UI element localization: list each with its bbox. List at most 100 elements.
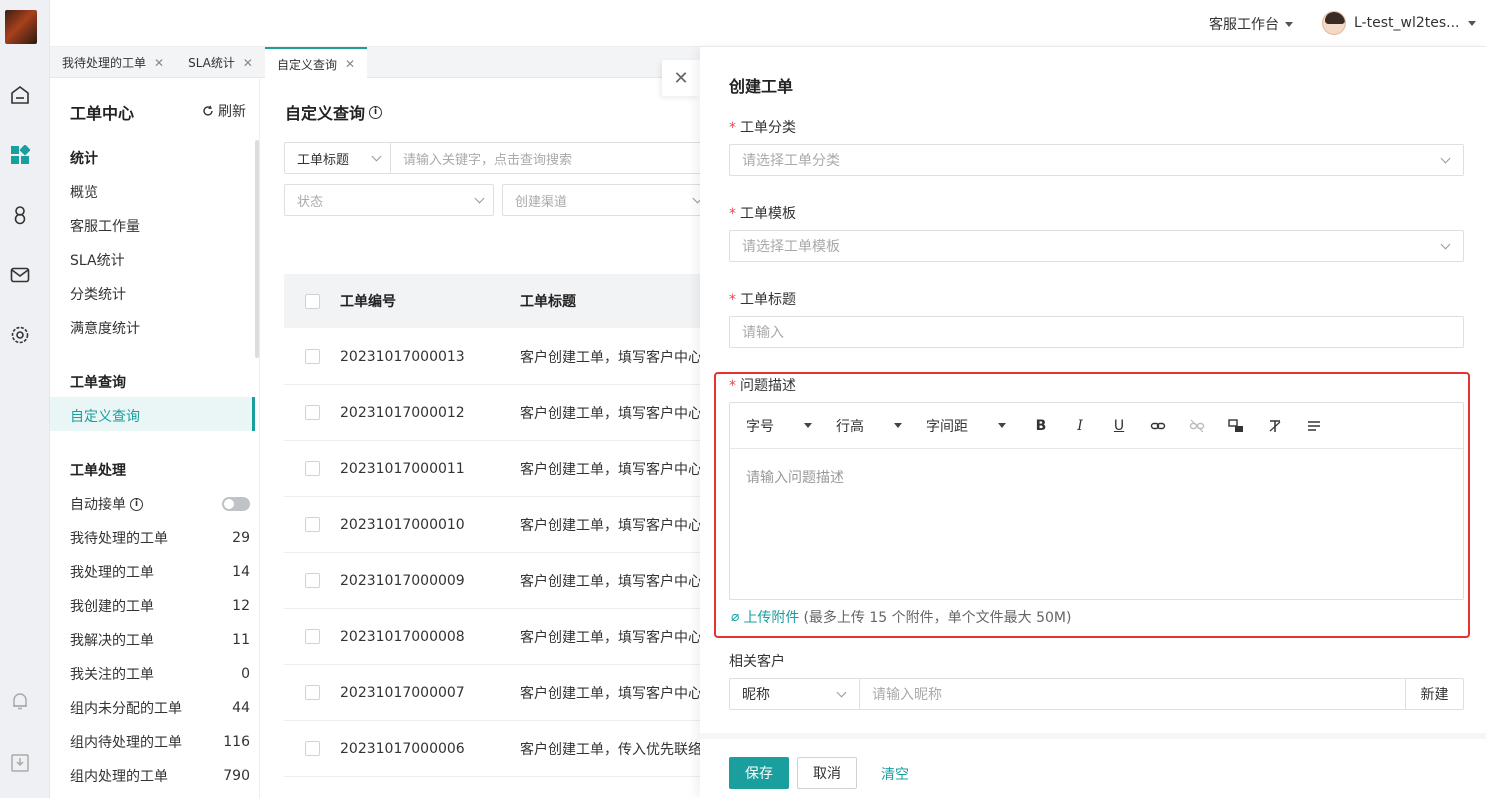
- channel-filter[interactable]: 创建渠道: [502, 184, 700, 216]
- row-checkbox[interactable]: [304, 349, 320, 364]
- clear-format-icon[interactable]: [1264, 415, 1286, 437]
- category-label: * 工单分类: [729, 120, 796, 136]
- table-row[interactable]: 20231017000012 客户创建工单，填写客户中心: [284, 385, 700, 441]
- bell-icon[interactable]: [9, 690, 31, 712]
- underline-icon[interactable]: U: [1108, 415, 1130, 437]
- scrollbar[interactable]: [255, 140, 259, 358]
- section-query: 工单查询: [70, 375, 126, 391]
- chevron-down-icon: [1440, 239, 1451, 249]
- auto-accept-toggle[interactable]: [222, 497, 250, 511]
- chevron-down-icon: [474, 193, 485, 203]
- align-icon[interactable]: [1303, 415, 1325, 437]
- status-filter[interactable]: 状态: [284, 184, 494, 216]
- section-process: 工单处理: [70, 463, 126, 479]
- row-checkbox[interactable]: [304, 741, 320, 756]
- new-customer-button[interactable]: 新建: [1405, 679, 1463, 709]
- caret-down-icon: [1285, 21, 1293, 27]
- sidebar-item-overview[interactable]: 概览: [70, 182, 250, 202]
- close-icon[interactable]: ✕: [345, 57, 355, 71]
- table-row[interactable]: 20231017000008 客户创建工单，填写客户中心: [284, 609, 700, 665]
- app-logo[interactable]: [5, 10, 37, 44]
- sidebar-item-my-followed[interactable]: 我关注的工单 0: [70, 664, 250, 684]
- count: 116: [223, 734, 250, 750]
- sidebar-item-my-pending[interactable]: 我待处理的工单 29: [70, 528, 250, 548]
- sidebar-item-group-unassigned[interactable]: 组内未分配的工单 44: [70, 698, 250, 718]
- search-field-select[interactable]: 工单标题: [285, 143, 391, 173]
- sidebar-item-category-stats[interactable]: 分类统计: [70, 284, 250, 304]
- row-checkbox[interactable]: [304, 573, 320, 588]
- description-label: * 问题描述: [729, 378, 796, 394]
- section-stats: 统计: [70, 151, 98, 167]
- sidebar-item-satisfaction[interactable]: 满意度统计: [70, 318, 250, 338]
- table-row[interactable]: 20231017000009 客户创建工单，填写客户中心: [284, 553, 700, 609]
- username: L-test_wl2tes...: [1354, 15, 1460, 31]
- bold-icon[interactable]: B: [1030, 415, 1052, 437]
- tab-custom-query[interactable]: 自定义查询 ✕: [264, 47, 368, 79]
- tab-sla[interactable]: SLA统计 ✕: [176, 47, 265, 78]
- refresh-label: 刷新: [218, 104, 246, 120]
- select-all-checkbox[interactable]: [304, 293, 320, 309]
- upload-attachment-link[interactable]: 上传附件: [743, 607, 799, 627]
- italic-icon[interactable]: I: [1069, 415, 1091, 437]
- table-row[interactable]: 20231017000011 客户创建工单，填写客户中心: [284, 441, 700, 497]
- template-select[interactable]: 请选择工单模板: [729, 230, 1464, 262]
- customer-type-select[interactable]: 昵称: [730, 679, 860, 709]
- home-icon[interactable]: [9, 84, 31, 106]
- row-checkbox[interactable]: [304, 517, 320, 532]
- tab-label: SLA统计: [188, 56, 235, 70]
- workspace-switcher[interactable]: 客服工作台: [1209, 14, 1293, 34]
- search-input[interactable]: 请输入关键字，点击查询搜索: [391, 143, 700, 173]
- unlink-icon[interactable]: [1186, 415, 1208, 437]
- customer-input[interactable]: 请输入昵称: [860, 679, 1405, 709]
- line-height-select[interactable]: 行高: [836, 416, 902, 436]
- drawer-close-button[interactable]: ✕: [662, 60, 700, 96]
- font-size-select[interactable]: 字号: [746, 416, 812, 436]
- sidebar-item-my-resolved[interactable]: 我解决的工单 11: [70, 630, 250, 650]
- link-icon[interactable]: [1147, 415, 1169, 437]
- letter-spacing-select[interactable]: 字间距: [926, 416, 1006, 436]
- top-bar: 客服工作台 L-test_wl2tes...: [50, 0, 1486, 47]
- user-menu[interactable]: L-test_wl2tes...: [1322, 11, 1476, 35]
- tab-pending[interactable]: 我待处理的工单 ✕: [50, 47, 176, 78]
- quote-icon[interactable]: [1225, 415, 1247, 437]
- sidebar-item-sla[interactable]: SLA统计: [70, 250, 250, 270]
- caret-down-icon: [1467, 20, 1476, 26]
- cancel-button[interactable]: 取消: [797, 757, 857, 789]
- row-checkbox[interactable]: [304, 405, 320, 420]
- sidebar-item-group-handled[interactable]: 组内处理的工单 790: [70, 766, 250, 786]
- close-icon[interactable]: ✕: [243, 56, 253, 70]
- sidebar-item-group-pending[interactable]: 组内待处理的工单 116: [70, 732, 250, 752]
- editor-toolbar: 字号 行高 字间距 B I U: [730, 403, 1463, 449]
- sidebar-item-my-created[interactable]: 我创建的工单 12: [70, 596, 250, 616]
- description-placeholder[interactable]: 请输入问题描述: [746, 467, 844, 487]
- download-icon[interactable]: [9, 752, 31, 774]
- category-select[interactable]: 请选择工单分类: [729, 144, 1464, 176]
- side-nav: 工单中心 刷新 统计 概览 客服工作量 SLA统计 分类统计 满意度统计 工单查…: [50, 78, 260, 798]
- sidebar-item-my-handled[interactable]: 我处理的工单 14: [70, 562, 250, 582]
- close-icon[interactable]: ✕: [154, 56, 164, 70]
- divider: [700, 733, 1486, 739]
- save-button[interactable]: 保存: [729, 757, 789, 789]
- sidebar-item-custom-query[interactable]: 自定义查询: [70, 406, 250, 426]
- table-row[interactable]: 20231017000010 客户创建工单，填写客户中心: [284, 497, 700, 553]
- mail-icon[interactable]: [9, 264, 31, 286]
- clear-button[interactable]: 清空: [881, 764, 909, 784]
- count: 12: [232, 598, 250, 614]
- table-row[interactable]: 20231017000007 客户创建工单，填写客户中心: [284, 665, 700, 721]
- row-checkbox[interactable]: [304, 685, 320, 700]
- settings-icon[interactable]: [9, 324, 31, 346]
- refresh-icon: [203, 105, 213, 116]
- users-icon[interactable]: [9, 204, 31, 226]
- dashboard-icon[interactable]: [9, 144, 31, 166]
- sidebar-item-workload[interactable]: 客服工作量: [70, 216, 250, 236]
- count: 29: [232, 530, 250, 546]
- row-checkbox[interactable]: [304, 461, 320, 476]
- table-row[interactable]: 20231017000013 客户创建工单，填写客户中心: [284, 329, 700, 385]
- refresh-button[interactable]: 刷新: [202, 101, 246, 121]
- query-panel: 自定义查询 i 工单标题 请输入关键字，点击查询搜索 状态 创建渠道 工单编号 工…: [260, 78, 700, 798]
- upload-row: ⌀ 上传附件 (最多上传 15 个附件，单个文件最大 50M): [731, 607, 1071, 627]
- tab-label: 我待处理的工单: [62, 56, 147, 70]
- row-checkbox[interactable]: [304, 629, 320, 644]
- subject-input[interactable]: 请输入: [729, 316, 1464, 348]
- table-row[interactable]: 20231017000006 客户创建工单，传入优先联络: [284, 721, 700, 777]
